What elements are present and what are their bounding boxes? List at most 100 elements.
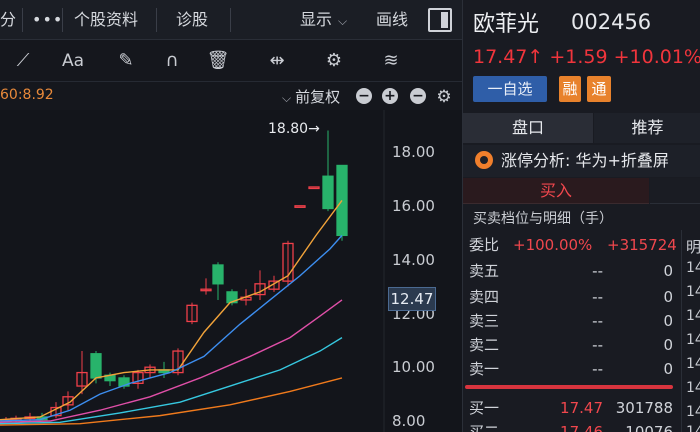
toolbar-divider <box>62 8 63 32</box>
panel-tabs: 盘口 推荐 <box>463 113 700 143</box>
minus-circle-icon-2[interactable]: − <box>410 88 426 104</box>
ma60-value: 60:8.92 <box>0 87 54 103</box>
ask-price: -- <box>543 357 603 381</box>
panel-toggle-icon[interactable] <box>428 8 452 32</box>
ask-row: 卖五 -- 0 <box>463 259 681 283</box>
ask-row: 卖二--0 <box>463 333 681 357</box>
detail-price: 14 <box>686 356 700 372</box>
axis-label-10: 10.00 <box>392 358 435 376</box>
ask-label: 卖二 <box>469 333 499 357</box>
ask-row: 卖三 -- 0 <box>463 309 681 333</box>
ask-label: 卖五 <box>469 259 499 283</box>
add-watchlist-button[interactable]: 一自选 <box>473 76 547 102</box>
detail-price: 14 <box>686 404 700 420</box>
ma60-line <box>0 378 342 425</box>
ask-volume: 0 <box>613 259 673 283</box>
axis-label-18: 18.00 <box>392 143 435 161</box>
tab-pankou[interactable]: 盘口 <box>463 113 593 143</box>
detail-price: 14 <box>686 308 700 324</box>
ask-row: 卖四 -- 0 <box>463 285 681 309</box>
axis-label-8: 8.00 <box>392 412 425 430</box>
detail-price: 14 <box>686 332 700 348</box>
order-ratio-label: 委比 <box>469 230 499 260</box>
limit-up-analysis[interactable]: 涨停分析: 华为+折叠屏 <box>463 145 700 177</box>
bid-price: 17.46 <box>543 420 603 432</box>
candlestick-chart[interactable]: 18.00 16.00 14.00 12.00 10.00 8.00 <box>0 110 462 432</box>
ask-volume: 0 <box>613 309 673 333</box>
drawing-tools-row: ⟋ Aa ✎ ∩ 🗑︎ ⇹ ⚙ ≋ <box>0 40 462 82</box>
detail-price: 14 <box>686 380 700 396</box>
minus-circle-icon[interactable]: − <box>356 88 372 104</box>
plus-circle-icon[interactable]: + <box>382 88 398 104</box>
ask-label: 卖三 <box>469 309 499 333</box>
ask-label: 卖一 <box>469 357 499 381</box>
adjust-dropdown[interactable]: ⌵前复权 <box>282 86 340 107</box>
axis-label-16: 16.00 <box>392 197 435 215</box>
top-toolbar: 分 ••• 个股资料 诊股 显示 ⌵ 画线 <box>0 0 462 40</box>
chevron-down-icon: ⌵ <box>338 14 347 28</box>
stock-name: 欧菲光 <box>473 6 539 38</box>
sell-tab-partial[interactable] <box>650 178 700 204</box>
ma5-line <box>0 200 342 419</box>
stock-profile-button[interactable]: 个股资料 <box>74 0 138 40</box>
ask-volume: 0 <box>613 357 673 381</box>
bid-row: 买二 17.46 10076 <box>463 420 681 432</box>
diagnose-button[interactable]: 诊股 <box>176 0 208 40</box>
order-ratio-pct: +100.00% <box>513 230 592 260</box>
trade-detail-column: 明 14 14 14 14 14 14 14 14 <box>681 230 700 432</box>
text-tool-icon[interactable]: Aa <box>56 49 90 73</box>
ask-label: 卖四 <box>469 285 499 309</box>
ma10-line <box>0 235 342 421</box>
bid-label: 买二 <box>469 420 499 432</box>
order-ratio-value: +315724 <box>607 230 677 260</box>
candle-body <box>295 206 305 208</box>
ask-price: -- <box>543 309 603 333</box>
toolbar-divider <box>230 8 231 32</box>
depth-title: 买卖档位与明细（手） <box>473 208 613 228</box>
chevron-down-icon: ⌵ <box>282 91 291 105</box>
line-tool-icon[interactable]: ⟋ <box>10 49 36 73</box>
detail-price: 14 <box>686 260 700 276</box>
candle-body <box>91 354 101 378</box>
bid-volume: 301788 <box>613 396 673 420</box>
trash-icon[interactable]: 🗑︎ <box>206 49 230 73</box>
axis-label-14: 14.00 <box>392 251 435 269</box>
quote-panel: 欧菲光 002456 17.47↑ +1.59 +10.01% 一自选 融 通 … <box>462 0 700 432</box>
ask-price: -- <box>543 333 603 357</box>
bid-label: 买一 <box>469 396 499 420</box>
spread-divider <box>465 385 673 389</box>
limit-up-text: 涨停分析: 华为+折叠屏 <box>501 151 669 170</box>
pen-icon[interactable]: ✎ <box>114 49 138 73</box>
ask-row: 卖一 -- 0 <box>463 357 681 381</box>
layers-icon[interactable]: ≋ <box>378 49 404 73</box>
bid-volume: 10076 <box>613 420 673 432</box>
detail-price: 14 <box>686 284 700 300</box>
buy-tab[interactable]: 买入 <box>463 178 649 204</box>
settings-icon[interactable]: ⚙ <box>322 49 346 73</box>
detail-header: 明 <box>686 236 700 257</box>
connect-badge[interactable]: 通 <box>587 76 611 102</box>
display-dropdown[interactable]: 显示 ⌵ <box>300 0 347 40</box>
bid-row: 买一17.47301788 <box>463 396 681 420</box>
magnet-icon[interactable]: ∩ <box>160 49 184 73</box>
margin-badge[interactable]: 融 <box>559 76 581 102</box>
draw-line-button[interactable]: 画线 <box>376 0 408 40</box>
more-button[interactable]: ••• <box>32 0 63 40</box>
chart-settings-icon[interactable]: ⚙ <box>434 85 454 109</box>
horizontal-split-icon[interactable]: ⇹ <box>262 49 292 73</box>
high-price-label: 18.80→ <box>268 121 320 137</box>
ask-price: -- <box>543 259 603 283</box>
candle-body <box>323 176 333 208</box>
candle-body <box>309 187 319 189</box>
stock-code: 002456 <box>571 10 651 34</box>
toolbar-partial-item[interactable]: 分 <box>0 0 20 40</box>
display-label: 显示 <box>300 10 332 29</box>
toolbar-divider <box>156 8 157 32</box>
price-change-line: 17.47↑ +1.59 +10.01% <box>473 46 700 68</box>
current-price-marker: 12.47 <box>388 287 436 311</box>
limit-up-icon <box>475 151 493 169</box>
tab-recommend[interactable]: 推荐 <box>594 113 700 143</box>
ask-volume: 0 <box>613 285 673 309</box>
toolbar-divider <box>22 8 23 32</box>
ask-price: -- <box>543 285 603 309</box>
